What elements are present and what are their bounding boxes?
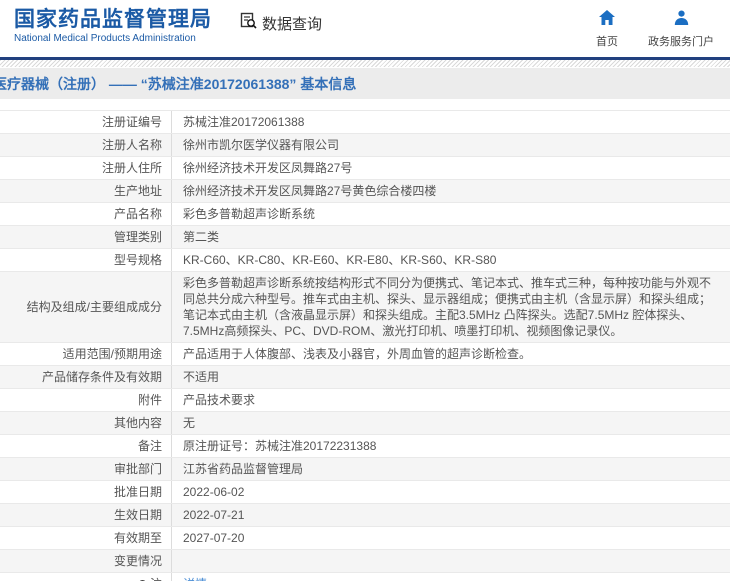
page-title: 医疗器械（注册） —— “苏械注准20172061388” 基本信息 [0,75,357,92]
home-icon [599,10,615,33]
logo-title-en: National Medical Products Administration [14,33,196,44]
row-value: 2022-06-02 [183,485,245,499]
row-value: 江苏省药品监督管理局 [183,462,304,476]
row-value: 详情 [172,573,730,581]
logo-title-cn: 国家药品监督管理局 [14,8,212,31]
table-row: 产品储存条件及有效期 不适用 [0,366,730,389]
table-row: 注册人住所 徐州经济技术开发区凤舞路27号 [0,157,730,180]
row-value: 苏械注准20172061388 [183,115,305,129]
row-value: 不适用 [183,370,220,384]
table-row: 变更情况 [0,550,730,573]
row-label: 备注 [0,435,172,457]
person-icon [674,10,689,33]
info-table: 注册证编号 苏械注准20172061388 注册人名称 徐州市凯尔医学仪器有限公司 注册… [0,110,730,581]
table-row: 生产地址 徐州经济技术开发区凤舞路27号黄色综合楼四楼 [0,180,730,203]
row-label: 变更情况 [0,550,172,572]
table-row: 注册人名称 徐州市凯尔医学仪器有限公司 [0,134,730,157]
row-value: KR-C60、KR-C80、KR-E60、KR-E80、KR-S60、KR-S8… [183,253,497,267]
row-label: 批准日期 [0,481,172,503]
row-label: 附件 [0,389,172,411]
header: 国家药品监督管理局 National Medical Products Admi… [0,0,730,57]
nav-home[interactable]: 首页 [596,10,618,49]
row-label: 管理类别 [0,226,172,248]
row-value: 2027-07-20 [183,531,245,545]
row-value: 徐州经济技术开发区凤舞路27号黄色综合楼四楼 [183,184,437,198]
row-label: 生产地址 [0,180,172,202]
table-row: 生效日期 2022-07-21 [0,504,730,527]
table-row: 其他内容无 [0,412,730,435]
table-row: 型号规格 KR-C60、KR-C80、KR-E60、KR-E80、KR-S60、K… [0,249,730,272]
row-label: 审批部门 [0,458,172,480]
row-value: 彩色多普勒超声诊断系统 [183,207,316,221]
row-value: 彩色多普勒超声诊断系统按结构形式不同分为便携式、笔记本式、推车式三种，每种按功能… [183,276,712,338]
nav-gov-portal[interactable]: 政务服务门户 [648,10,714,49]
row-label: 有效期至 [0,527,172,549]
table-row: 适用范围/预期用途 产品适用于人体腹部、浅表及小器官，外周血管的超声诊断检查。 [0,343,730,366]
row-value: 2022-07-21 [183,508,245,522]
table-row: 有效期至 2027-07-20 [0,527,730,550]
data-query-icon [240,12,262,34]
row-value: 徐州市凯尔医学仪器有限公司 [183,138,340,152]
title-band: 医疗器械（注册） —— “苏械注准20172061388” 基本信息 [0,68,730,99]
nav-home-label: 首页 [596,36,618,48]
table-row: 管理类别 第二类 [0,226,730,249]
row-value: 徐州经济技术开发区凤舞路27号 [183,161,353,175]
data-query-tab[interactable]: 数据查询 [240,12,322,34]
row-label: 适用范围/预期用途 [0,343,172,365]
table-row: 批准日期 2022-06-02 [0,481,730,504]
hatched-strip [0,60,730,67]
row-value: 无 [183,416,196,430]
nav-gov-portal-label: 政务服务门户 [648,36,714,48]
table-row: 注 详情 [0,573,730,581]
table-row: 审批部门 江苏省药品监督管理局 [0,458,730,481]
row-label: 其他内容 [0,412,172,434]
row-value: 第二类 [183,230,220,244]
row-label: 产品储存条件及有效期 [0,366,172,388]
nmpa-logo[interactable]: 国家药品监督管理局 National Medical Products Admi… [14,8,212,44]
table-row: 附件 产品技术要求 [0,389,730,412]
detail-link[interactable]: 详情 [183,576,207,581]
row-label: 注册人住所 [0,157,172,179]
row-value: 产品技术要求 [183,393,256,407]
row-label: 产品名称 [0,203,172,225]
row-label: 注册证编号 [0,111,172,133]
row-value: 原注册证号：苏械注准20172231388 [183,439,377,453]
row-label: 注册人名称 [0,134,172,156]
row-label: 生效日期 [0,504,172,526]
row-label: 结构及组成/主要组成成分 [0,272,172,342]
table-row: 注册证编号 苏械注准20172061388 [0,111,730,134]
row-value [172,550,730,572]
table-row: 结构及组成/主要组成成分 彩色多普勒超声诊断系统按结构形式不同分为便携式、笔记本式… [0,272,730,343]
data-query-label: 数据查询 [262,15,323,33]
row-value: 产品适用于人体腹部、浅表及小器官，外周血管的超声诊断检查。 [183,347,532,361]
row-label: 型号规格 [0,249,172,271]
row-label: 注 [0,573,172,581]
top-nav: 首页 政务服务门户 [596,8,720,49]
table-row: 备注 原注册证号：苏械注准20172231388 [0,435,730,458]
table-row: 产品名称 彩色多普勒超声诊断系统 [0,203,730,226]
